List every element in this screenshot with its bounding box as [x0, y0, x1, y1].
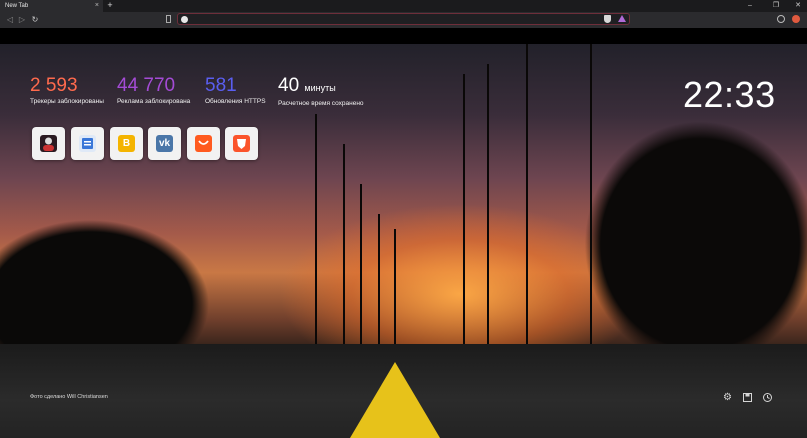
bookmarks-icon[interactable] — [742, 392, 753, 403]
brave-menu-icon[interactable] — [792, 15, 800, 23]
palm-tree — [360, 184, 362, 349]
brave-shields-icon[interactable] — [604, 15, 611, 23]
top-site-tile[interactable] — [187, 127, 220, 160]
minimize-button[interactable]: – — [742, 0, 758, 12]
stat-value: 581 — [205, 75, 237, 96]
google-icon — [181, 16, 188, 23]
aliexpress-icon — [195, 135, 212, 152]
address-bar[interactable] — [177, 13, 630, 25]
palm-tree — [394, 229, 396, 349]
new-tab-page: 2 593 Трекеры заблокированы 44 770 Рекла… — [0, 44, 807, 438]
palm-tree — [463, 74, 465, 364]
history-icon[interactable] — [762, 392, 773, 403]
stat-label: Трекеры заблокированы — [30, 98, 104, 105]
tab-title: New Tab — [5, 3, 29, 9]
top-site-tile[interactable] — [225, 127, 258, 160]
tab-new-tab[interactable]: New Tab × — [0, 0, 103, 12]
close-window-button[interactable]: ✕ — [790, 0, 806, 12]
stat-value: 2 593 — [30, 75, 78, 96]
top-site-tile[interactable] — [32, 127, 65, 160]
palm-tree — [590, 44, 592, 354]
stat-label: Расчетное время сохранено — [278, 100, 364, 107]
new-tab-button[interactable]: + — [105, 0, 115, 12]
document-icon — [79, 135, 96, 152]
stat-trackers-blocked: 2 593 Трекеры заблокированы — [30, 75, 104, 106]
profile-icon[interactable] — [777, 15, 785, 23]
stat-value: 40 — [278, 75, 300, 96]
photo-credit: Фото сделано Will Christiansen — [30, 394, 108, 400]
stat-time-saved: 40 минуты Расчетное время сохранено — [278, 75, 364, 108]
stat-ads-blocked: 44 770 Реклама заблокирована — [117, 75, 191, 106]
road-yellow-line — [350, 362, 440, 438]
stat-unit: минуты — [304, 83, 336, 93]
clock: 22:33 — [683, 74, 776, 115]
back-button[interactable]: ◁ — [4, 13, 16, 27]
top-site-tile[interactable]: B — [110, 127, 143, 160]
stat-value: 44 770 — [117, 75, 176, 96]
stat-label: Обновления HTTPS — [205, 98, 266, 105]
bookmark-icon[interactable] — [166, 15, 171, 23]
palm-tree — [315, 114, 317, 344]
brave-icon — [233, 135, 250, 152]
stat-label: Реклама заблокирована — [117, 98, 191, 105]
stat-https-upgrades: 581 Обновления HTTPS — [205, 75, 266, 106]
background-trees-right — [520, 84, 807, 384]
avatar-icon — [40, 135, 57, 152]
brave-rewards-icon[interactable] — [618, 15, 626, 22]
forward-button[interactable]: ▷ — [16, 13, 28, 27]
bitcoin-icon: B — [118, 135, 135, 152]
top-site-tile[interactable]: vk — [148, 127, 181, 160]
palm-tree — [526, 44, 528, 344]
maximize-button[interactable]: ❐ — [768, 0, 784, 12]
tab-close-icon[interactable]: × — [95, 0, 99, 12]
palm-tree — [378, 214, 380, 349]
tab-strip: New Tab × + – ❐ ✕ — [0, 0, 807, 12]
reload-button[interactable]: ↻ — [29, 13, 41, 27]
settings-icon[interactable]: ⚙ — [722, 392, 733, 403]
palm-tree — [487, 64, 489, 344]
palm-tree — [343, 144, 345, 344]
vk-icon: vk — [156, 135, 173, 152]
top-site-tile[interactable] — [71, 127, 104, 160]
